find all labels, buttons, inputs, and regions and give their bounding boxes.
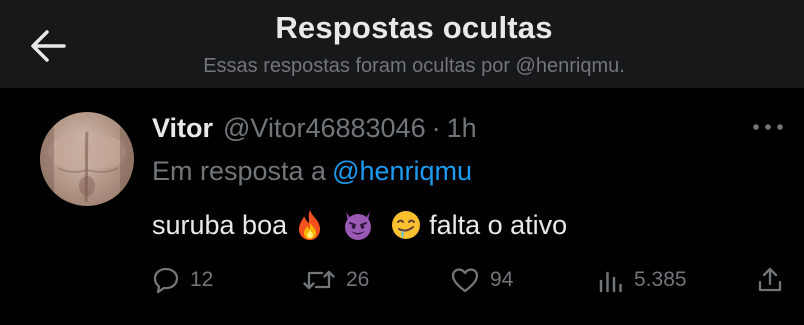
timestamp[interactable]: 1h [447,113,477,144]
tweet-text-end: falta o ativo [429,209,568,240]
heart-icon [451,268,479,293]
views-button[interactable]: 5.385 [598,262,687,298]
page-subtitle: Essas respostas foram ocultas por @henri… [203,55,625,77]
more-options-button[interactable] [748,112,788,142]
tweet-header: Vitor @Vitor46883046 · 1h [152,110,477,146]
drooling-face-emoji-icon [389,208,423,242]
reply-count: 12 [190,268,214,291]
author-handle[interactable]: @Vitor46883046 [223,113,426,144]
avatar-image [40,112,134,206]
share-button[interactable] [756,262,784,298]
repost-count: 26 [346,268,370,291]
like-count: 94 [490,268,514,291]
action-bar: 12 26 94 5.385 [0,262,804,298]
like-button[interactable]: 94 [450,262,513,298]
author-name[interactable]: Vitor [152,113,213,144]
more-dots-icon [753,124,783,130]
header-bar: Respostas ocultas Essas respostas foram … [0,0,804,88]
repost-button[interactable]: 26 [302,262,369,298]
page-title: Respostas ocultas [275,10,553,45]
reply-prefix: Em resposta a [152,156,327,186]
separator-dot: · [431,112,441,143]
fire-emoji-icon [293,208,327,242]
tweet-text-start: suruba boa [152,209,288,240]
views-count: 5.385 [634,268,687,291]
tweet-text: suruba boa falta o ativo [152,208,567,242]
avatar[interactable] [40,112,134,206]
bar-chart-icon [599,271,622,293]
reply-mention-link[interactable]: @henriqmu [332,156,472,186]
speech-bubble-icon [153,267,179,294]
reply-button[interactable]: 12 [152,262,213,298]
reply-context: Em resposta a @henriqmu [152,156,472,187]
repost-arrows-icon [303,270,335,290]
smiling-devil-emoji-icon [341,208,375,242]
share-upload-icon [758,267,782,292]
